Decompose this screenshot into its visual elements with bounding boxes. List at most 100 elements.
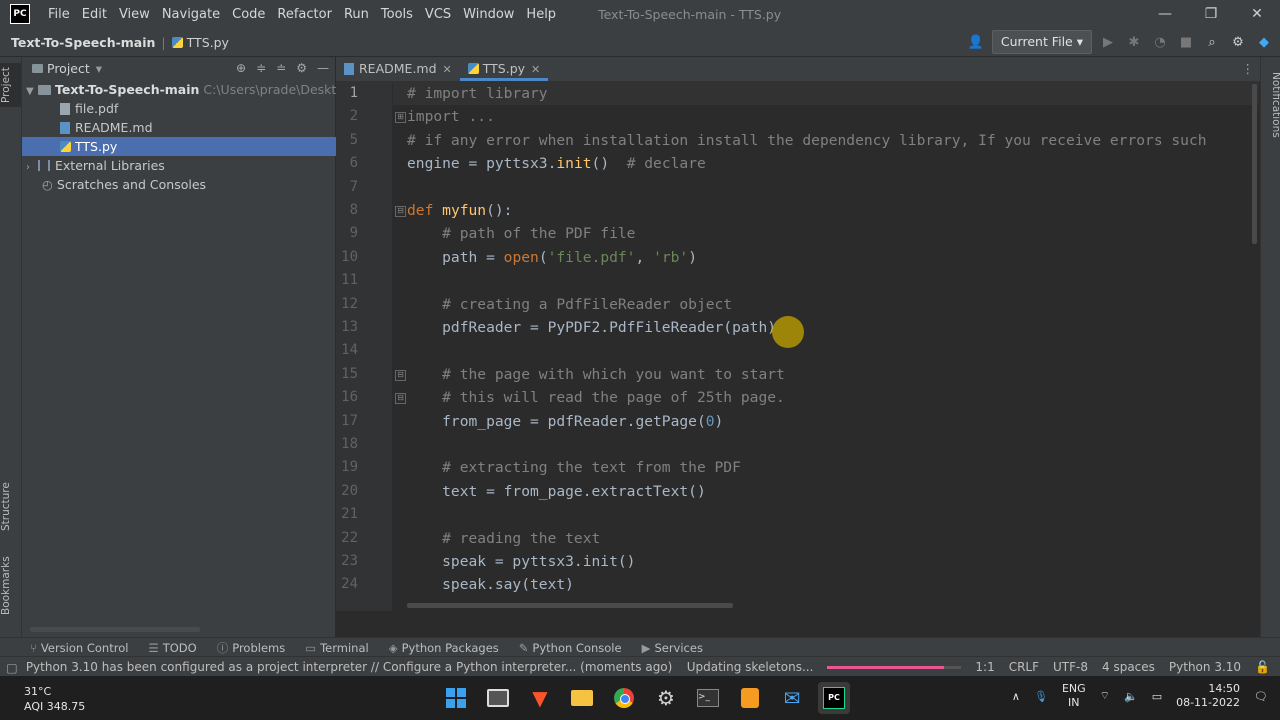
jetbrains-ai-icon[interactable]: ◆ <box>1254 35 1274 50</box>
code-line[interactable]: # creating a PdfFileReader object <box>407 293 732 316</box>
editor-horizontal-scrollbar[interactable] <box>407 603 733 608</box>
code-line[interactable]: # if any error when installation install… <box>407 129 1207 152</box>
code-line[interactable]: # extracting the text from the PDF <box>407 456 741 479</box>
expand-all-icon[interactable]: ≑ <box>256 61 266 75</box>
code-line[interactable]: import ... <box>407 105 495 128</box>
tree-item-scratches[interactable]: ◴ Scratches and Consoles <box>22 175 355 194</box>
lock-icon[interactable]: 🔓 <box>1255 660 1270 674</box>
caret-position[interactable]: 1:1 <box>975 660 994 674</box>
language-indicator[interactable]: ENG IN <box>1062 682 1086 710</box>
chevron-up-icon[interactable]: ∧ <box>1012 690 1020 703</box>
menu-refactor[interactable]: Refactor <box>271 7 338 22</box>
close-button[interactable]: ✕ <box>1234 0 1280 28</box>
file-explorer-icon[interactable] <box>566 682 598 714</box>
structure-tool-tab[interactable]: Structure <box>0 477 21 537</box>
weather-widget[interactable]: 31°C AQI 348.75 <box>24 684 85 714</box>
code-line[interactable]: engine = pyttsx3.init() # declare <box>407 152 706 175</box>
code-line[interactable]: # the page with which you want to start <box>407 363 785 386</box>
gear-icon[interactable]: ⚙ <box>296 61 307 75</box>
fold-marker-icon[interactable]: ⊟ <box>395 369 406 381</box>
search-icon[interactable]: ⌕ <box>1202 35 1222 50</box>
maximize-button[interactable]: ❐ <box>1188 0 1234 28</box>
notification-icon[interactable]: 🗨 <box>1254 690 1268 703</box>
code-line[interactable]: # import library <box>393 82 1259 105</box>
tool-python-packages[interactable]: ◈ Python Packages <box>389 641 499 655</box>
fold-marker-icon[interactable]: ⊞ <box>395 112 406 124</box>
line-separator[interactable]: CRLF <box>1009 660 1039 674</box>
tool-python-console[interactable]: ✎ Python Console <box>519 641 622 655</box>
run-icon[interactable]: ▶ <box>1098 35 1118 50</box>
breadcrumb-project[interactable]: Text-To-Speech-main <box>11 35 155 50</box>
close-icon[interactable]: ✕ <box>443 63 452 76</box>
menu-tools[interactable]: Tools <box>375 7 419 22</box>
task-view-icon[interactable] <box>482 682 514 714</box>
coverage-icon[interactable]: ◔ <box>1150 35 1170 50</box>
minimize-button[interactable]: — <box>1142 0 1188 28</box>
terminal-icon[interactable]: >_ <box>692 682 724 714</box>
menu-help[interactable]: Help <box>520 7 562 22</box>
clock[interactable]: 14:50 08-11-2022 <box>1176 682 1240 710</box>
menu-vcs[interactable]: VCS <box>419 7 457 22</box>
project-panel-title[interactable]: Project <box>47 61 90 76</box>
pycharm-taskbar-icon[interactable]: PC <box>818 682 850 714</box>
user-icon[interactable]: 👤 <box>966 35 986 50</box>
tool-problems[interactable]: ⓘ Problems <box>217 640 286 656</box>
code-line[interactable]: def myfun(): <box>407 199 512 222</box>
tool-terminal[interactable]: ▭ Terminal <box>305 641 368 655</box>
menu-navigate[interactable]: Navigate <box>156 7 226 22</box>
code-line[interactable]: # this will read the page of 25th page. <box>407 386 785 409</box>
notifications-tool-tab[interactable]: Notifications <box>1261 65 1280 145</box>
code-line[interactable]: text = from_page.extractText() <box>407 480 706 503</box>
settings-icon[interactable]: ⚙ <box>650 682 682 714</box>
tab-readme[interactable]: README.md ✕ <box>336 57 460 81</box>
code-line[interactable]: speak.say(text) <box>407 573 574 596</box>
battery-icon[interactable]: ▭ <box>1152 690 1162 703</box>
breadcrumb-file[interactable]: TTS.py <box>187 35 229 50</box>
project-tool-tab[interactable]: Project <box>0 63 21 107</box>
tree-item-external-libraries[interactable]: › External Libraries <box>22 156 339 175</box>
stop-icon[interactable]: ■ <box>1176 35 1196 50</box>
code-line[interactable]: # reading the text <box>407 527 600 550</box>
chrome-icon[interactable] <box>608 682 640 714</box>
code-editor[interactable]: # import library import ... # if any error… <box>393 82 1259 611</box>
code-line[interactable]: path = open('file.pdf', 'rb') <box>407 246 697 269</box>
code-line[interactable]: # path of the PDF file <box>407 222 635 245</box>
tool-services[interactable]: ▶ Services <box>642 641 703 655</box>
mail-icon[interactable]: ✉ <box>776 682 808 714</box>
hide-icon[interactable]: — <box>317 61 329 75</box>
menu-code[interactable]: Code <box>226 7 271 22</box>
run-configuration-select[interactable]: Current File ▾ <box>991 30 1092 54</box>
windows-start-icon[interactable] <box>440 682 472 714</box>
sublime-text-icon[interactable] <box>734 682 766 714</box>
chevron-down-icon[interactable]: ▼ <box>26 82 38 99</box>
menu-run[interactable]: Run <box>338 7 375 22</box>
microphone-icon[interactable]: 🎙 <box>1034 690 1048 703</box>
chevron-down-icon[interactable]: ▾ <box>96 61 102 76</box>
wifi-icon[interactable]: ⌔ <box>1100 689 1110 703</box>
code-line[interactable]: speak = pyttsx3.init() <box>407 550 635 573</box>
tab-tts-py[interactable]: TTS.py ✕ <box>459 57 549 81</box>
code-line[interactable]: pdfReader = PyPDF2.PdfFileReader(path) <box>407 316 776 339</box>
python-interpreter[interactable]: Python 3.10 <box>1169 660 1241 674</box>
status-toggle-icon[interactable]: ▢ <box>6 660 18 675</box>
close-icon[interactable]: ✕ <box>531 63 540 76</box>
brave-browser-icon[interactable]: ▼ <box>524 682 556 714</box>
fold-marker-icon[interactable]: ⊟ <box>395 206 406 217</box>
background-task-label[interactable]: Updating skeletons... <box>687 660 814 674</box>
indent-setting[interactable]: 4 spaces <box>1102 660 1155 674</box>
more-tabs-icon[interactable]: ⋮ <box>1242 61 1255 76</box>
horizontal-scrollbar[interactable] <box>30 627 200 632</box>
debug-icon[interactable]: ✱ <box>1124 35 1144 50</box>
tree-root-folder[interactable]: ▼ Text-To-Speech-main C:\Users\prade\Desk… <box>22 80 339 99</box>
fold-marker-icon[interactable]: ⊟ <box>395 393 406 405</box>
tool-todo[interactable]: ☰ TODO <box>148 641 196 655</box>
chevron-right-icon[interactable]: › <box>26 158 38 175</box>
locate-icon[interactable]: ⊕ <box>236 61 246 75</box>
collapse-all-icon[interactable]: ≐ <box>276 61 286 75</box>
gear-icon[interactable]: ⚙ <box>1228 35 1248 50</box>
tool-version-control[interactable]: ⑂ Version Control <box>30 641 128 655</box>
file-encoding[interactable]: UTF-8 <box>1053 660 1088 674</box>
menu-file[interactable]: File <box>42 7 76 22</box>
bookmarks-tool-tab[interactable]: Bookmarks <box>0 555 21 617</box>
menu-view[interactable]: View <box>113 7 156 22</box>
